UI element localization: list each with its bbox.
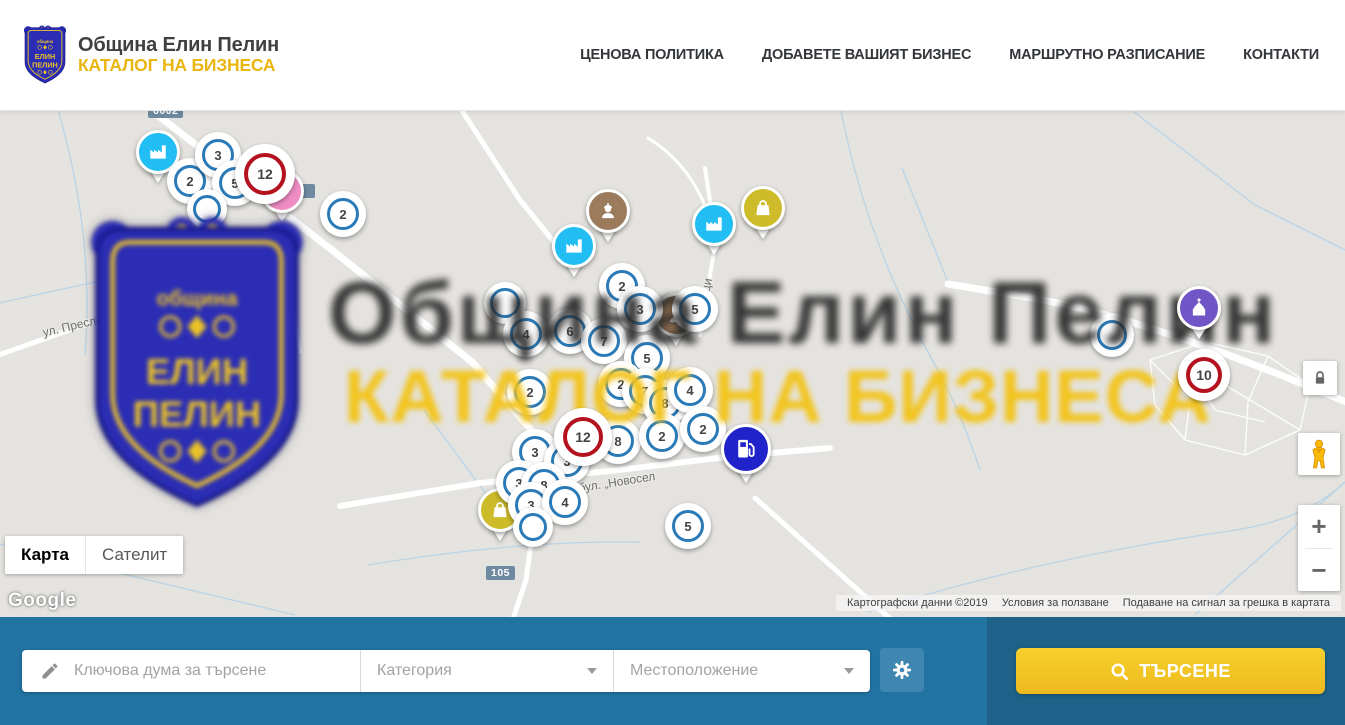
map-pin-marker[interactable] <box>721 424 771 474</box>
map-cluster-marker[interactable]: 5 <box>665 503 711 549</box>
chevron-down-icon <box>844 668 854 674</box>
google-logo[interactable]: Google <box>8 590 76 612</box>
nav-item-contacts[interactable]: КОНТАКТИ <box>1243 47 1319 63</box>
map-attribution: Картографски данни ©2019 Условия за полз… <box>836 595 1341 611</box>
map-type-map-button[interactable]: Карта <box>5 536 86 574</box>
site-subtitle: КАТАЛОГ НА БИЗНЕСА <box>78 56 279 76</box>
keyword-search-input[interactable] <box>72 661 326 681</box>
attribution-terms-link[interactable]: Условия за ползване <box>995 597 1116 609</box>
search-bar-right-panel: ТЪРСЕНЕ <box>987 617 1345 725</box>
map-pin-marker[interactable] <box>586 189 630 233</box>
search-bar: ТЪРСЕНЕ Категория Местоположение <box>0 617 1345 725</box>
map-pin-marker[interactable] <box>692 202 736 246</box>
category-select-value: Категория <box>377 662 452 680</box>
header: община ЕЛИН ПЕЛИН Община Елин Пелин КАТА… <box>0 0 1345 111</box>
map-lock-button[interactable] <box>1303 361 1337 395</box>
nav-item-pricing[interactable]: ЦЕНОВА ПОЛИТИКА <box>580 47 724 63</box>
nav-item-route-schedule[interactable]: МАРШРУТНО РАЗПИСАНИЕ <box>1009 47 1205 63</box>
search-fields: Категория Местоположение <box>22 650 870 692</box>
map-cluster-marker[interactable] <box>1090 313 1134 357</box>
map-pin-marker[interactable] <box>741 186 785 230</box>
factory-icon <box>563 235 585 257</box>
search-button-label: ТЪРСЕНЕ <box>1139 661 1231 682</box>
map-pin-marker[interactable] <box>1177 286 1221 330</box>
attribution-report-link[interactable]: Подаване на сигнал за грешка в картата <box>1116 597 1337 609</box>
search-icon <box>1110 662 1129 681</box>
crest-word-name2: ПЕЛИН <box>32 60 58 69</box>
nav-item-add-business[interactable]: ДОБАВЕТЕ ВАШИЯТ БИЗНЕС <box>762 47 971 63</box>
map-viewport[interactable]: ул. Преслав бул. „Новосел ци 6002 105 23… <box>0 110 1345 617</box>
map-cluster-marker[interactable]: 12 <box>554 408 612 466</box>
map-cluster-marker[interactable]: 2 <box>680 406 726 452</box>
map-cluster-marker[interactable]: 2 <box>639 413 685 459</box>
map-cluster-marker[interactable] <box>187 189 227 229</box>
chevron-down-icon <box>587 668 597 674</box>
pegman-icon <box>1306 439 1332 469</box>
street-view-pegman-button[interactable] <box>1298 433 1340 475</box>
site-logo[interactable]: община ЕЛИН ПЕЛИН Община Елин Пелин КАТА… <box>22 25 279 85</box>
map-cluster-marker[interactable]: 7 <box>581 318 627 364</box>
map-cluster-marker[interactable]: 12 <box>235 144 295 204</box>
map-type-control: Карта Сателит <box>5 536 183 574</box>
map-cluster-marker[interactable]: 2 <box>320 191 366 237</box>
map-cluster-marker[interactable]: 3 <box>617 286 663 332</box>
crest-word-top: община <box>37 39 54 44</box>
bag-icon <box>752 197 774 219</box>
advanced-search-button[interactable] <box>880 648 924 692</box>
gear-icon <box>890 658 914 682</box>
factory-icon <box>703 213 725 235</box>
category-select[interactable]: Категория <box>360 650 613 692</box>
worker-icon <box>597 200 619 222</box>
map-cluster-marker[interactable]: 4 <box>503 311 549 357</box>
location-select[interactable]: Местоположение <box>613 650 870 692</box>
main-nav: ЦЕНОВА ПОЛИТИКА ДОБАВЕТЕ ВАШИЯТ БИЗНЕС М… <box>580 47 1319 63</box>
zoom-in-button[interactable]: + <box>1298 505 1340 548</box>
map-cluster-marker[interactable]: 5 <box>672 286 718 332</box>
map-type-satellite-button[interactable]: Сателит <box>86 536 183 574</box>
municipality-crest-icon: община ЕЛИН ПЕЛИН <box>22 25 68 85</box>
zoom-out-button[interactable]: − <box>1298 549 1340 592</box>
site-title: Община Елин Пелин <box>78 34 279 56</box>
crest-word-name1: ЕЛИН <box>35 52 55 61</box>
fuel-icon <box>733 436 759 462</box>
factory-icon <box>147 141 169 163</box>
location-select-value: Местоположение <box>630 662 758 680</box>
zoom-control: + − <box>1298 505 1340 591</box>
keyword-field-section <box>22 650 360 692</box>
lock-icon <box>1311 369 1329 387</box>
map-cluster-marker[interactable]: 2 <box>507 369 553 415</box>
church-icon <box>1188 297 1210 319</box>
pencil-icon <box>40 661 60 681</box>
markers-layer: 23512223546752278412822333834510 <box>0 110 1345 617</box>
search-button[interactable]: ТЪРСЕНЕ <box>1016 648 1325 694</box>
map-cluster-marker[interactable] <box>513 507 553 547</box>
attribution-copyright: Картографски данни ©2019 <box>840 597 995 609</box>
map-cluster-marker[interactable]: 10 <box>1178 349 1230 401</box>
